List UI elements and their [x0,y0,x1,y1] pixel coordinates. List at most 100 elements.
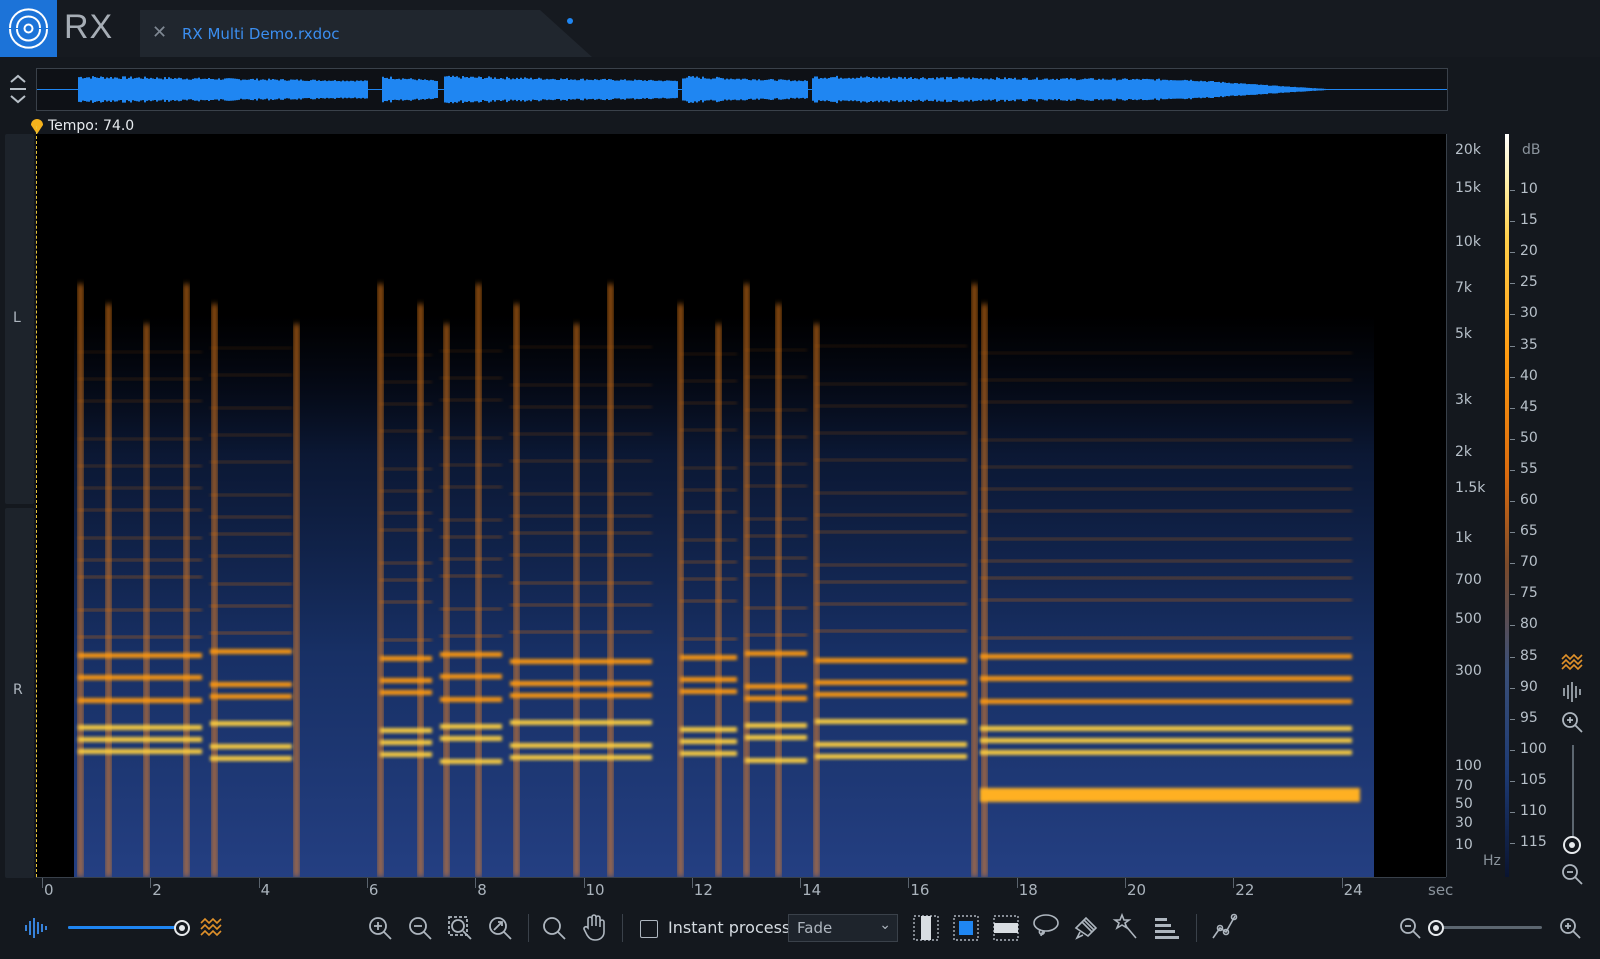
db-tick [1510,345,1515,347]
horizontal-zoom-in-icon[interactable] [1556,914,1584,942]
waveform-overview[interactable] [36,68,1448,111]
time-frequency-selection-tool-icon[interactable] [952,914,980,942]
time-axis[interactable]: 0 2 4 6 8 10 12 14 16 18 20 22 24 sec [36,877,1453,904]
db-tick-label: 50 [1520,429,1538,446]
spectrogram-harmonic [440,575,502,577]
spectrogram-harmonic [815,531,967,533]
spectrogram-harmonic [745,557,807,559]
zoom-to-selection-icon[interactable] [446,914,474,942]
spectrogram-harmonic [380,690,432,695]
spectrogram-harmonic [380,728,432,733]
frequency-tick-label: 100 [1455,758,1482,774]
time-tick [366,878,368,888]
frequency-selection-tool-icon[interactable] [992,914,1020,942]
app-logo[interactable] [0,0,57,57]
playhead-cursor[interactable] [36,126,37,877]
magic-wand-tool-icon[interactable] [1112,912,1140,940]
spectrogram-harmonic [680,739,737,744]
spectrogram-harmonic [980,401,1352,403]
horizontal-zoom-out-icon[interactable] [1396,914,1424,942]
vertical-zoom-knob[interactable] [1563,836,1581,854]
blend-slider-knob[interactable] [174,920,190,936]
spectrogram-harmonic [440,724,502,729]
close-icon[interactable]: ✕ [152,22,167,43]
spectrogram-harmonic [980,538,1352,540]
frequency-unit: Hz [1483,853,1501,869]
waveform-blend-icon[interactable] [22,914,50,942]
db-tick [1510,843,1515,845]
spectrogram-harmonic [380,639,432,641]
horizontal-zoom-knob[interactable] [1428,920,1444,936]
spectrogram-display[interactable] [36,134,1446,877]
zoom-tool-icon[interactable] [540,914,568,942]
spectrogram-harmonic [980,577,1352,579]
frequency-tick-label: 50 [1455,796,1473,812]
instant-process-mode-select[interactable]: Fade ⌄ [788,914,898,942]
db-tick [1510,190,1515,191]
spectrogram-harmonic [78,609,202,611]
spectrogram-harmonic [210,605,292,607]
spectrogram-harmonic [380,403,432,405]
spectrogram-harmonic [980,654,1352,659]
time-tick-label: 14 [802,881,822,899]
harmonic-selection-tool-icon[interactable] [1152,914,1180,942]
spectrogram-harmonic [680,578,737,580]
spectrogram-harmonic [745,463,807,465]
lasso-tool-icon[interactable] [1032,912,1060,940]
spectrogram-harmonic [980,699,1352,704]
spectrogram-harmonic [380,354,432,356]
channel-right-label: R [13,682,23,698]
spectrogram-harmonic [210,744,292,749]
zoom-fit-icon[interactable] [486,914,514,942]
spectrogram-harmonic [380,678,432,683]
document-tab-title[interactable]: RX Multi Demo.rxdoc [182,25,340,43]
time-selection-tool-icon[interactable] [912,914,940,942]
spectrogram-harmonic [78,636,202,638]
vertical-zoom-slider[interactable] [1572,745,1574,840]
db-colorbar [1505,134,1509,877]
spectrogram-harmonic [680,489,737,491]
envelope-tool-icon[interactable] [1210,912,1238,940]
spectrogram-view-icon[interactable] [1558,650,1586,678]
spectrogram-harmonic [380,512,432,514]
vertical-zoom-in-icon[interactable] [1558,708,1586,736]
spectrogram-harmonic [380,490,432,492]
spectrogram-harmonic [745,684,807,689]
spectrogram-harmonic [78,559,202,561]
time-tick-label: 4 [260,881,271,899]
brush-tool-icon[interactable] [1072,912,1100,940]
collapse-overview-button[interactable] [6,72,30,106]
spectrogram-harmonic [210,682,292,687]
instant-process-checkbox[interactable] [640,920,658,938]
time-tick [691,878,693,888]
instant-process-label[interactable]: Instant process [668,918,790,937]
spectrogram-harmonic [78,537,202,539]
time-tick-label: 20 [1127,881,1147,899]
waveform-view-icon[interactable] [1558,678,1586,706]
spectrogram-harmonic [745,696,807,701]
spectrogram-harmonic [745,723,807,728]
spectrogram-harmonic [440,608,502,610]
frequency-tick-label: 10 [1455,837,1473,853]
db-tick [1510,438,1515,440]
hand-tool-icon[interactable] [580,912,608,941]
spectrogram-harmonic [440,350,502,352]
zoom-out-icon[interactable] [406,914,434,942]
tempo-marker-icon[interactable] [30,118,44,134]
toolbar-separator [1196,914,1197,942]
db-tick [1510,563,1515,565]
spectrogram-harmonic [380,468,432,470]
spectrogram-harmonic [745,758,807,763]
db-tick [1510,407,1515,409]
db-scale[interactable]: dB 10 15 20 25 30 35 40 45 50 55 60 65 70 75 80 85 90 95 1… [1510,134,1600,877]
horizontal-zoom-slider[interactable] [1438,926,1542,929]
spectrogram-blend-icon[interactable] [198,914,226,942]
time-tick [42,878,43,888]
frequency-axis[interactable]: 20k 15k 10k 7k 5k 3k 2k 1.5k 1k 700 500 300 100 70 50 3… [1446,134,1509,877]
db-tick-label: 105 [1520,771,1547,788]
zoom-in-icon[interactable] [366,914,394,942]
db-tick-label: 85 [1520,647,1538,664]
vertical-zoom-out-icon[interactable] [1558,860,1586,888]
frequency-tick-label: 30 [1455,815,1473,831]
spectrogram-onset [444,324,449,877]
